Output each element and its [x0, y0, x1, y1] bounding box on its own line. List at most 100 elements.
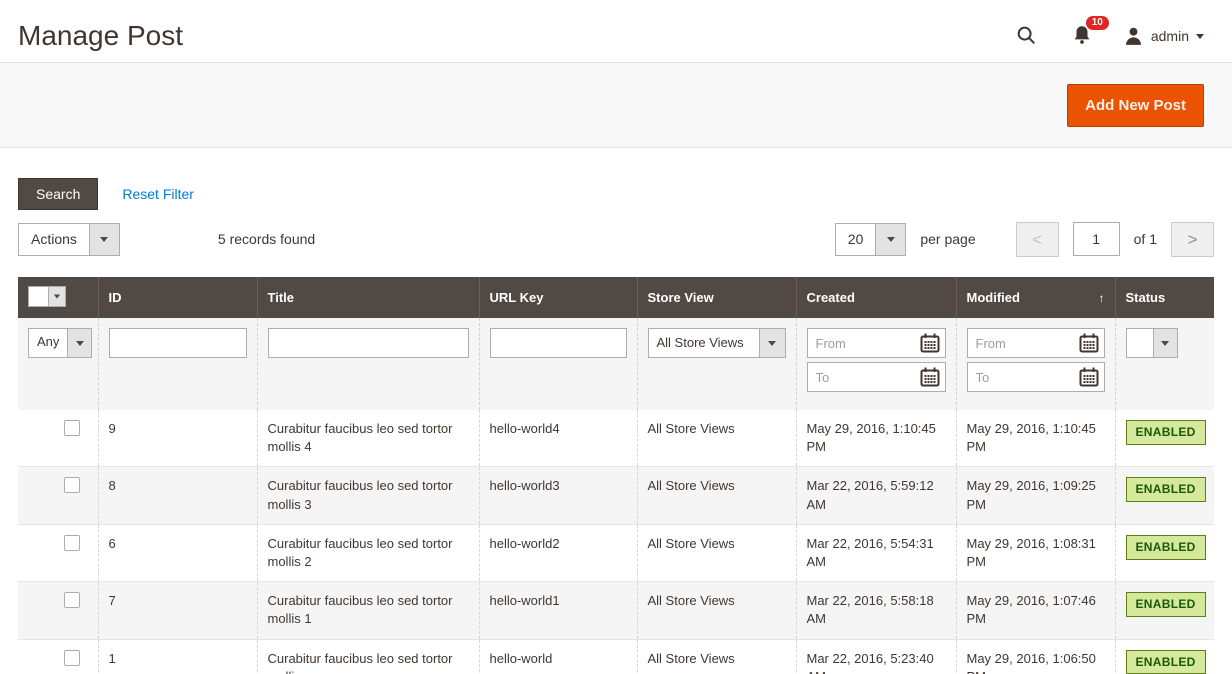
row-checkbox[interactable] — [64, 420, 80, 436]
pagination-controls: 20 per page < of 1 > — [835, 222, 1214, 257]
search-button[interactable]: Search — [18, 178, 98, 210]
title-filter-input[interactable] — [268, 328, 469, 358]
chevron-down-icon — [759, 329, 785, 357]
calendar-icon[interactable] — [920, 333, 941, 354]
cell-created: May 29, 2016, 1:10:45 PM — [796, 410, 956, 467]
calendar-icon[interactable] — [920, 367, 941, 388]
chevron-down-icon — [67, 329, 91, 357]
cell-url-key: hello-world2 — [479, 524, 637, 581]
column-header-created[interactable]: Created — [796, 277, 956, 318]
cell-url-key: hello-world4 — [479, 410, 637, 467]
add-new-post-button[interactable]: Add New Post — [1067, 84, 1204, 127]
user-name: admin — [1151, 28, 1189, 44]
url-key-filter-input[interactable] — [490, 328, 627, 358]
table-row: 9 Curabitur faucibus leo sed tortor moll… — [18, 410, 1214, 467]
page-total-label: of 1 — [1134, 231, 1157, 247]
header-actions: 10 admin — [1011, 20, 1214, 53]
user-menu[interactable]: admin — [1123, 26, 1204, 47]
cell-title: Curabitur faucibus leo sed tortor mollis — [257, 639, 479, 674]
cell-title: Curabitur faucibus leo sed tortor mollis… — [257, 524, 479, 581]
cell-modified: May 29, 2016, 1:06:50 PM — [956, 639, 1115, 674]
table-body: 9 Curabitur faucibus leo sed tortor moll… — [18, 410, 1214, 674]
cell-created: Mar 22, 2016, 5:23:40 AM — [796, 639, 956, 674]
user-avatar-icon — [1123, 26, 1144, 47]
cell-id: 8 — [98, 467, 257, 524]
column-header-url-key[interactable]: URL Key — [479, 277, 637, 318]
pager: < of 1 > — [1016, 222, 1214, 257]
column-header-modified[interactable]: Modified ↑ — [956, 277, 1115, 318]
chevron-down-icon — [48, 287, 65, 306]
row-checkbox[interactable] — [64, 477, 80, 493]
massaction-filter-dropdown[interactable]: Any — [28, 328, 92, 358]
per-page-label: per page — [920, 231, 975, 247]
store-view-filter-dropdown[interactable]: All Store Views — [648, 328, 786, 358]
per-page-value: 20 — [836, 224, 876, 255]
cell-modified: May 29, 2016, 1:09:25 PM — [956, 467, 1115, 524]
cell-store-view: All Store Views — [637, 467, 796, 524]
column-header-store-view[interactable]: Store View — [637, 277, 796, 318]
actions-dropdown-value: Actions — [19, 224, 89, 255]
status-badge: ENABLED — [1126, 592, 1206, 617]
notifications-bell-icon[interactable]: 10 — [1067, 20, 1097, 53]
page-header: Manage Post 10 admin — [0, 0, 1232, 60]
cell-store-view: All Store Views — [637, 582, 796, 639]
cell-modified: May 29, 2016, 1:07:46 PM — [956, 582, 1115, 639]
cell-url-key: hello-world1 — [479, 582, 637, 639]
chevron-down-icon — [875, 224, 905, 255]
column-header-id[interactable]: ID — [98, 277, 257, 318]
search-icon[interactable] — [1011, 20, 1041, 53]
cell-url-key: hello-world — [479, 639, 637, 674]
row-checkbox[interactable] — [64, 592, 80, 608]
status-badge: ENABLED — [1126, 650, 1206, 674]
cell-title: Curabitur faucibus leo sed tortor mollis… — [257, 582, 479, 639]
row-checkbox[interactable] — [64, 535, 80, 551]
status-filter-dropdown[interactable] — [1126, 328, 1178, 358]
sort-ascending-icon: ↑ — [1099, 291, 1105, 305]
previous-page-button[interactable]: < — [1016, 222, 1059, 257]
cell-id: 9 — [98, 410, 257, 467]
cell-created: Mar 22, 2016, 5:59:12 AM — [796, 467, 956, 524]
select-all-checkbox[interactable] — [29, 287, 48, 306]
filter-actions: Search Reset Filter — [18, 177, 1214, 210]
status-badge: ENABLED — [1126, 535, 1206, 560]
status-badge: ENABLED — [1126, 420, 1206, 445]
column-header-status[interactable]: Status — [1115, 277, 1214, 318]
posts-grid: ID Title URL Key Store View Created Modi… — [18, 277, 1214, 674]
cell-id: 6 — [98, 524, 257, 581]
select-all-dropdown[interactable] — [28, 286, 66, 307]
cell-store-view: All Store Views — [637, 524, 796, 581]
select-all-header — [18, 277, 98, 318]
page-title: Manage Post — [18, 20, 183, 52]
cell-created: Mar 22, 2016, 5:58:18 AM — [796, 582, 956, 639]
calendar-icon[interactable] — [1079, 333, 1100, 354]
actions-dropdown[interactable]: Actions — [18, 223, 120, 256]
cell-id: 1 — [98, 639, 257, 674]
column-header-title[interactable]: Title — [257, 277, 479, 318]
grid-header-row: ID Title URL Key Store View Created Modi… — [18, 277, 1214, 318]
calendar-icon[interactable] — [1079, 367, 1100, 388]
records-found-text: 5 records found — [218, 231, 315, 247]
table-row: 8 Curabitur faucibus leo sed tortor moll… — [18, 467, 1214, 524]
chevron-down-icon — [89, 224, 119, 255]
grid-filter-row: Any All Store Views — [18, 318, 1214, 410]
status-badge: ENABLED — [1126, 477, 1206, 502]
cell-url-key: hello-world3 — [479, 467, 637, 524]
cell-title: Curabitur faucibus leo sed tortor mollis… — [257, 410, 479, 467]
table-row: 6 Curabitur faucibus leo sed tortor moll… — [18, 524, 1214, 581]
reset-filter-link[interactable]: Reset Filter — [122, 186, 194, 202]
massaction-filter-cell: Any — [18, 318, 98, 410]
id-filter-input[interactable] — [109, 328, 247, 358]
table-row: 7 Curabitur faucibus leo sed tortor moll… — [18, 582, 1214, 639]
cell-title: Curabitur faucibus leo sed tortor mollis… — [257, 467, 479, 524]
notification-count-badge: 10 — [1086, 16, 1109, 30]
current-page-input[interactable] — [1073, 222, 1120, 256]
next-page-button[interactable]: > — [1171, 222, 1214, 257]
action-band: Add New Post — [0, 62, 1232, 148]
chevron-down-icon — [1196, 34, 1204, 39]
row-checkbox[interactable] — [64, 650, 80, 666]
cell-store-view: All Store Views — [637, 639, 796, 674]
table-row: 1 Curabitur faucibus leo sed tortor moll… — [18, 639, 1214, 674]
cell-modified: May 29, 2016, 1:08:31 PM — [956, 524, 1115, 581]
per-page-dropdown[interactable]: 20 — [835, 223, 907, 256]
cell-modified: May 29, 2016, 1:10:45 PM — [956, 410, 1115, 467]
